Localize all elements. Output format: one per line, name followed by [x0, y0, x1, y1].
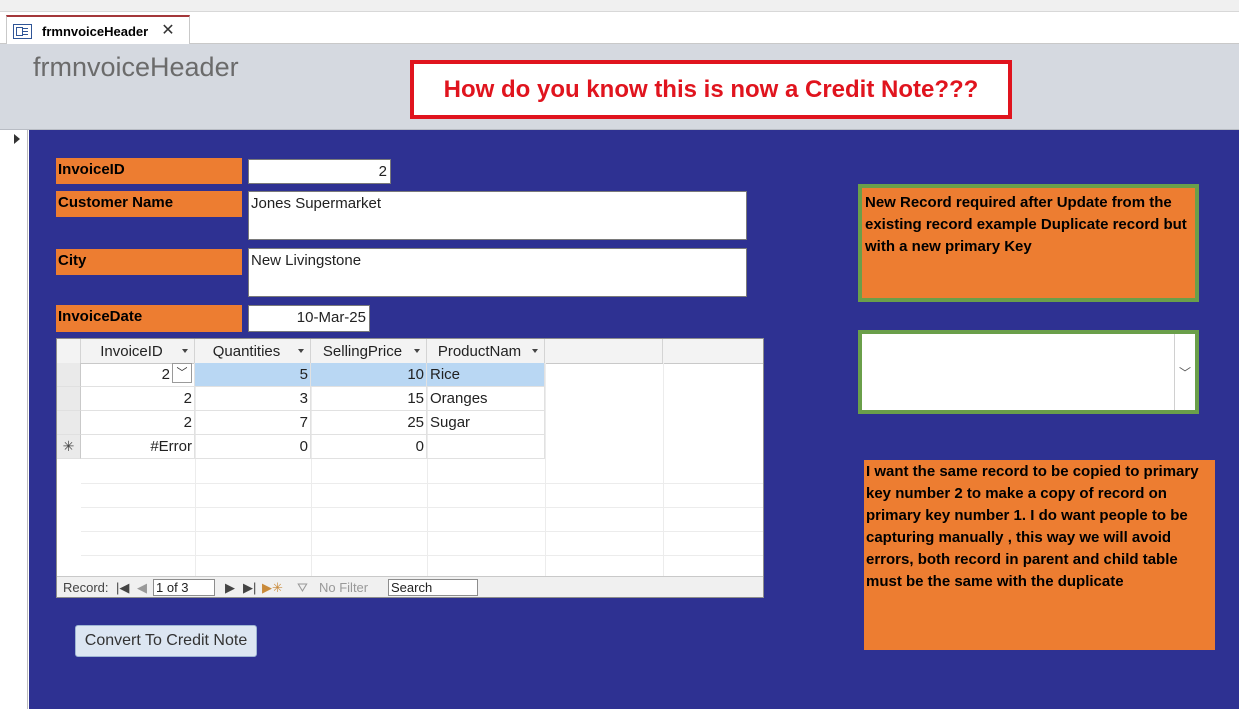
- new-record-marker[interactable]: ✳: [57, 435, 81, 459]
- row-selector[interactable]: [57, 387, 81, 411]
- last-record-icon[interactable]: ▶|: [243, 580, 256, 596]
- search-input[interactable]: Search: [388, 579, 478, 596]
- form-title: frmnvoiceHeader: [33, 52, 239, 82]
- customer-name-label: Customer Name: [56, 191, 242, 217]
- callout-box: How do you know this is now a Credit Not…: [410, 60, 1012, 119]
- column-header-quantities[interactable]: Quantities: [195, 339, 311, 363]
- record-selector[interactable]: [0, 130, 28, 709]
- cell-sellingprice[interactable]: 15: [311, 387, 427, 411]
- cell-productname[interactable]: [427, 435, 545, 459]
- convert-to-credit-note-button[interactable]: Convert To Credit Note: [75, 625, 257, 657]
- previous-record-icon[interactable]: ◀: [137, 580, 147, 596]
- invoice-date-field[interactable]: 10-Mar-25: [248, 305, 370, 332]
- column-header-sellingprice[interactable]: SellingPrice: [311, 339, 427, 363]
- column-header-label: InvoiceID: [100, 342, 163, 360]
- row-selector[interactable]: [57, 363, 81, 387]
- current-record-input[interactable]: 1 of 3: [153, 579, 215, 596]
- record-navigation-bar: Record: |◀ ◀ 1 of 3 ▶ ▶| ▶✳ ⛛ No Filter …: [57, 576, 763, 597]
- invoice-id-field[interactable]: 2: [248, 159, 391, 184]
- document-tab[interactable]: frmnvoiceHeader ✕: [6, 15, 190, 45]
- datasheet-header: InvoiceID Quantities SellingPrice Produc…: [57, 339, 763, 364]
- column-header-productname[interactable]: ProductNam: [427, 339, 545, 363]
- chevron-down-icon[interactable]: ﹀: [172, 363, 192, 383]
- grid-line: [545, 363, 546, 576]
- cell-invoiceid[interactable]: 2: [81, 411, 195, 435]
- column-header-label: SellingPrice: [322, 342, 403, 360]
- grid-line: [81, 507, 763, 508]
- no-filter-label[interactable]: No Filter: [319, 580, 368, 595]
- cell-quantities[interactable]: 3: [195, 387, 311, 411]
- column-header-invoiceid[interactable]: InvoiceID: [81, 339, 195, 363]
- cell-productname[interactable]: Rice: [427, 363, 545, 387]
- cell-quantities[interactable]: 0: [195, 435, 311, 459]
- city-label: City: [56, 249, 242, 275]
- chevron-down-icon[interactable]: [532, 349, 538, 353]
- customer-name-field[interactable]: Jones Supermarket: [248, 191, 747, 240]
- chevron-down-icon[interactable]: [298, 349, 304, 353]
- city-field[interactable]: New Livingstone: [248, 248, 747, 297]
- new-record-icon[interactable]: ▶✳: [262, 580, 283, 596]
- grid-line: [81, 483, 763, 484]
- record-label: Record:: [63, 580, 109, 595]
- chevron-down-icon[interactable]: [182, 349, 188, 353]
- grid-line: [81, 531, 763, 532]
- grid-line: [663, 363, 664, 576]
- cell-quantities[interactable]: 7: [195, 411, 311, 435]
- cell-sellingprice[interactable]: 10: [311, 363, 427, 387]
- triangle-right-icon: [14, 134, 20, 144]
- cell-sellingprice[interactable]: 25: [311, 411, 427, 435]
- invoice-date-label: InvoiceDate: [56, 305, 242, 332]
- note-new-record: New Record required after Update from th…: [858, 184, 1199, 302]
- window-top-bar: [0, 0, 1239, 12]
- column-header-label: ProductNam: [437, 342, 522, 360]
- chevron-down-icon[interactable]: [414, 349, 420, 353]
- select-all-corner[interactable]: [57, 339, 81, 363]
- tab-title: frmnvoiceHeader: [42, 23, 149, 39]
- cell-quantities[interactable]: 5: [195, 363, 311, 387]
- form-icon: [13, 23, 32, 39]
- grid-line: [81, 555, 763, 556]
- close-icon[interactable]: ✕: [161, 23, 174, 39]
- filter-icon[interactable]: ⛛: [297, 580, 308, 596]
- invoice-id-label: InvoiceID: [56, 158, 242, 184]
- invoice-details-subform: InvoiceID Quantities SellingPrice Produc…: [56, 338, 764, 598]
- column-header-label: Quantities: [212, 342, 281, 360]
- note-copy-record: I want the same record to be copied to p…: [864, 460, 1215, 650]
- first-record-icon[interactable]: |◀: [116, 580, 129, 596]
- next-record-icon[interactable]: ▶: [225, 580, 235, 596]
- row-selector[interactable]: [57, 411, 81, 435]
- cell-sellingprice[interactable]: 0: [311, 435, 427, 459]
- dropdown-combo[interactable]: ﹀: [858, 330, 1199, 414]
- cell-invoiceid[interactable]: #Error: [81, 435, 195, 459]
- cell-invoiceid[interactable]: 2: [81, 387, 195, 411]
- cell-productname[interactable]: Oranges: [427, 387, 545, 411]
- chevron-down-icon[interactable]: ﹀: [1174, 334, 1195, 410]
- cell-productname[interactable]: Sugar: [427, 411, 545, 435]
- callout-text: How do you know this is now a Credit Not…: [443, 75, 979, 103]
- column-header-empty: [545, 339, 663, 363]
